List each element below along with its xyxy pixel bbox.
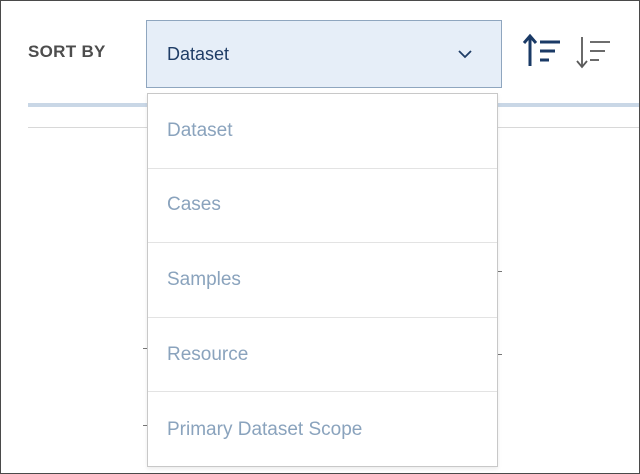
sort-descending-icon[interactable] [573,30,617,74]
sort-option-label: Cases [167,194,221,216]
sort-option-label: Primary Dataset Scope [167,418,363,440]
sort-option-samples[interactable]: Samples [148,243,497,318]
sort-ascending-icon[interactable] [521,30,565,74]
chevron-down-icon [458,50,472,59]
sort-option-resource[interactable]: Resource [148,318,497,393]
sort-option-label: Resource [167,343,249,365]
background-mark [498,354,502,355]
sort-by-label: SORT BY [28,42,106,61]
sort-option-label: Samples [167,268,241,290]
sort-options-dropdown: Dataset Cases Samples Resource Primary D… [147,93,498,467]
sort-option-label: Dataset [167,119,233,141]
sort-option-primary-dataset-scope[interactable]: Primary Dataset Scope [148,392,497,467]
sort-select[interactable]: Dataset [146,20,502,88]
sort-select-value: Dataset [167,43,230,64]
sort-panel: SORT BY Dataset Dataset Cases Samples Re… [0,0,640,474]
background-mark [498,271,502,272]
sort-option-cases[interactable]: Cases [148,169,497,244]
sort-option-dataset[interactable]: Dataset [148,94,497,169]
